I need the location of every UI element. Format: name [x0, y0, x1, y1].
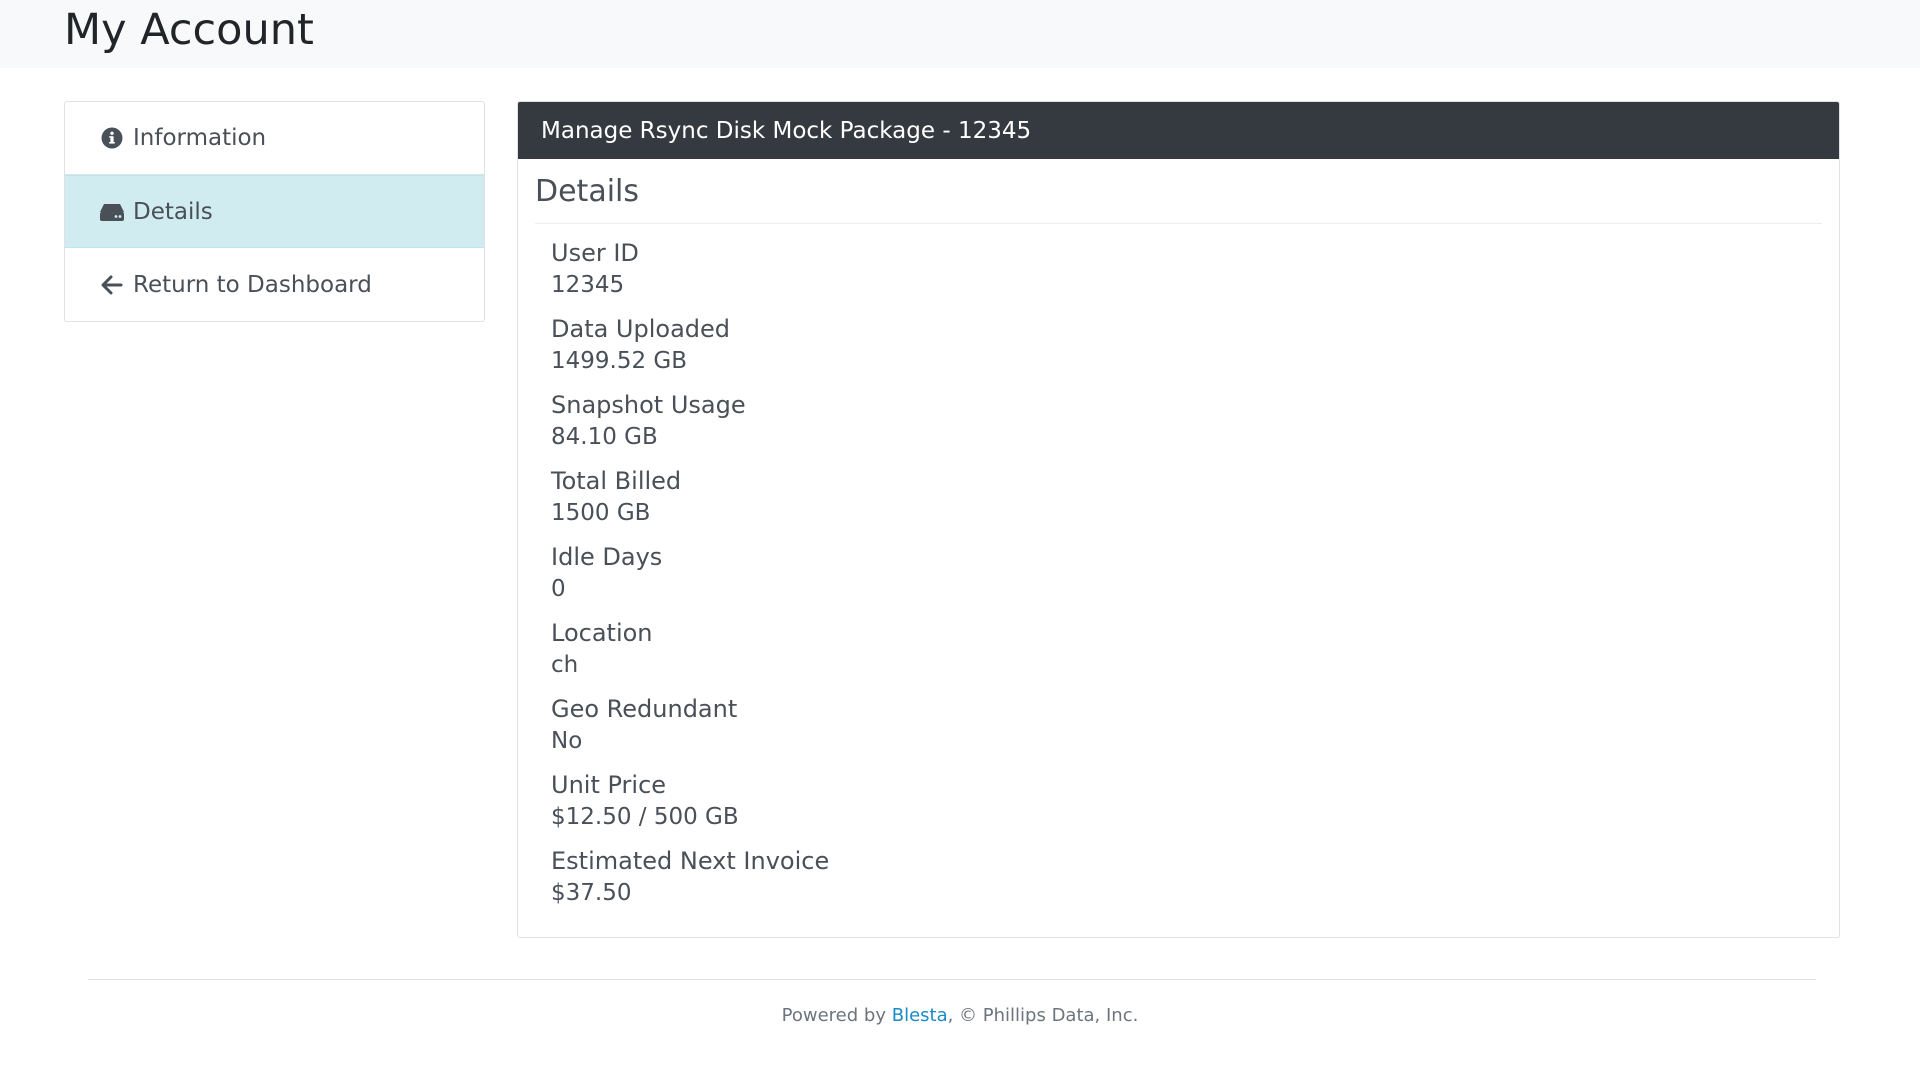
- field-label: Geo Redundant: [551, 695, 738, 723]
- field-label: User ID: [551, 239, 639, 267]
- sidebar-item-information[interactable]: Information: [65, 102, 484, 175]
- footer-divider: [88, 979, 1816, 980]
- footer-copyright: , © Phillips Data, Inc.: [947, 1005, 1139, 1026]
- field-location: Location ch: [551, 614, 1822, 690]
- details-list: User ID 12345 Data Uploaded 1499.52 GB S…: [535, 224, 1822, 918]
- field-idle-days: Idle Days 0: [551, 538, 1822, 614]
- panel-heading: Manage Rsync Disk Mock Package - 12345: [518, 102, 1839, 159]
- field-value: No: [551, 728, 583, 754]
- field-estimated-next-invoice: Estimated Next Invoice $37.50: [551, 842, 1822, 918]
- field-value: $12.50 / 500 GB: [551, 804, 739, 830]
- field-label: Location: [551, 619, 653, 647]
- section-title: Details: [535, 173, 1822, 224]
- field-value: 1500 GB: [551, 500, 651, 526]
- field-label: Unit Price: [551, 771, 667, 799]
- panel-body: Details User ID 12345 Data Uploaded 1499…: [518, 159, 1839, 918]
- arrow-left-icon: [99, 272, 125, 298]
- field-label: Idle Days: [551, 543, 663, 571]
- page-title: My Account: [64, 5, 314, 55]
- sidebar-item-label: Return to Dashboard: [133, 271, 372, 298]
- hdd-icon: [99, 199, 125, 225]
- field-label: Snapshot Usage: [551, 391, 746, 419]
- blesta-link[interactable]: Blesta: [892, 1005, 948, 1026]
- field-snapshot-usage: Snapshot Usage 84.10 GB: [551, 386, 1822, 462]
- sidebar-item-return-to-dashboard[interactable]: Return to Dashboard: [65, 248, 484, 321]
- sidebar-item-label: Details: [133, 198, 213, 225]
- field-value: 0: [551, 576, 566, 602]
- field-value: 84.10 GB: [551, 424, 658, 450]
- sidebar-item-details[interactable]: Details: [65, 175, 484, 248]
- field-unit-price: Unit Price $12.50 / 500 GB: [551, 766, 1822, 842]
- field-label: Estimated Next Invoice: [551, 847, 830, 875]
- field-value: 1499.52 GB: [551, 348, 688, 374]
- sidebar-nav: Information Details Return to Dashboard: [64, 101, 485, 322]
- field-total-billed: Total Billed 1500 GB: [551, 462, 1822, 538]
- info-circle-icon: [99, 125, 125, 151]
- field-label: Data Uploaded: [551, 315, 731, 343]
- details-panel: Manage Rsync Disk Mock Package - 12345 D…: [517, 101, 1840, 938]
- field-value: 12345: [551, 272, 625, 298]
- page-footer: Powered by Blesta, © Phillips Data, Inc.: [0, 1005, 1920, 1026]
- footer-powered-by: Powered by: [781, 1005, 892, 1026]
- field-label: Total Billed: [551, 467, 682, 495]
- page-header: My Account: [0, 0, 1920, 68]
- field-value: $37.50: [551, 880, 632, 906]
- field-user-id: User ID 12345: [551, 234, 1822, 310]
- field-value: ch: [551, 652, 579, 678]
- field-geo-redundant: Geo Redundant No: [551, 690, 1822, 766]
- field-data-uploaded: Data Uploaded 1499.52 GB: [551, 310, 1822, 386]
- sidebar-item-label: Information: [133, 125, 267, 151]
